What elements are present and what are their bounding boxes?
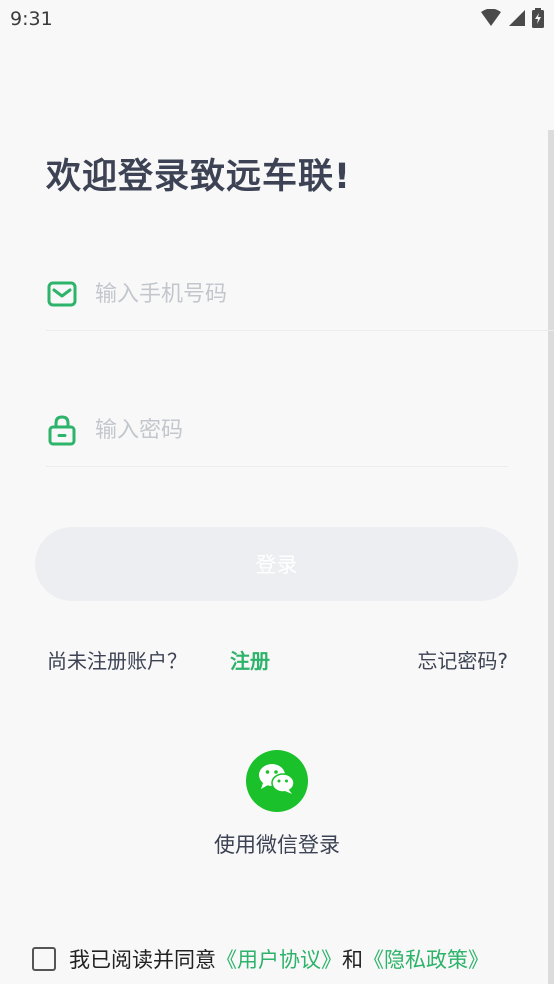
status-icons [480,8,544,32]
forgot-password-link[interactable]: 忘记密码? [417,645,508,674]
lock-icon [46,414,78,446]
register-link[interactable]: 注册 [230,645,270,674]
status-bar: 9:31 [0,0,554,38]
envelope-icon [46,278,78,310]
password-field[interactable] [46,414,457,446]
wechat-login-label[interactable]: 使用微信登录 [0,829,554,859]
wifi-icon [480,8,502,31]
privacy-policy-link[interactable]: 《隐私政策》 [363,944,489,974]
status-time: 9:31 [10,8,53,30]
wechat-icon [257,762,297,800]
agreement-checkbox[interactable] [32,947,56,971]
password-input[interactable] [93,416,457,444]
battery-icon [532,8,544,32]
agreement-row: 我已阅读并同意 《用户协议》 和 《隐私政策》 [32,944,489,974]
phone-divider [46,330,554,331]
user-agreement-link[interactable]: 《用户协议》 [216,944,342,974]
wechat-login-button[interactable] [246,750,308,812]
register-prompt: 尚未注册账户？ [47,649,187,673]
signal-icon [508,9,526,31]
page-title: 欢迎登录致远车联! [46,157,351,197]
phone-field[interactable] [46,278,457,310]
phone-input[interactable] [93,280,457,308]
login-button[interactable]: 登录 [35,527,518,601]
agreement-and: 和 [342,948,363,972]
password-divider [46,466,508,467]
agreement-prefix: 我已阅读并同意 [69,948,216,972]
